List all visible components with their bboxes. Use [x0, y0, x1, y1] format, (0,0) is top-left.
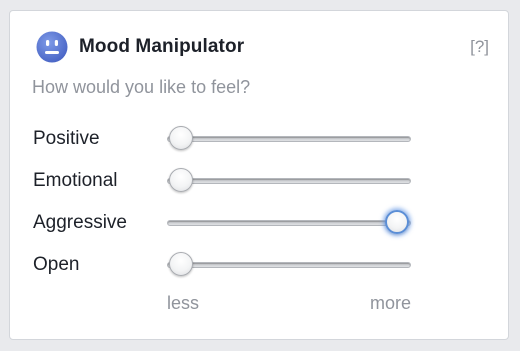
slider-track[interactable]: [167, 136, 411, 142]
slider-label-open: Open: [33, 254, 80, 275]
slider-row-aggressive: Aggressive: [10, 208, 508, 238]
slider-track[interactable]: [167, 262, 411, 268]
emotional-slider[interactable]: [167, 166, 411, 196]
mood-manipulator-panel: Mood Manipulator [?] How would you like …: [9, 10, 509, 340]
help-link[interactable]: [?]: [470, 37, 489, 57]
slider-thumb[interactable]: [169, 126, 193, 150]
panel-title: Mood Manipulator: [79, 36, 245, 57]
slider-thumb[interactable]: [169, 252, 193, 276]
slider-track[interactable]: [167, 220, 411, 226]
scale-more-label: more: [369, 293, 411, 313]
open-slider[interactable]: [167, 250, 411, 280]
positive-slider[interactable]: [167, 124, 411, 154]
slider-scale-labels: less more: [167, 293, 411, 317]
scale-less-label: less: [167, 293, 200, 313]
panel-subtitle: How would you like to feel?: [32, 77, 251, 97]
panel-header: Mood Manipulator: [36, 30, 244, 64]
slider-label-aggressive: Aggressive: [33, 212, 127, 233]
slider-thumb[interactable]: [385, 210, 409, 234]
slider-label-positive: Positive: [33, 128, 100, 149]
slider-label-emotional: Emotional: [33, 170, 118, 191]
slider-row-positive: Positive: [10, 124, 508, 154]
slider-row-emotional: Emotional: [10, 166, 508, 196]
slider-track[interactable]: [167, 178, 411, 184]
aggressive-slider[interactable]: [167, 208, 411, 238]
smiley-face-icon: [36, 31, 68, 63]
slider-thumb[interactable]: [169, 168, 193, 192]
slider-row-open: Open: [10, 250, 508, 280]
